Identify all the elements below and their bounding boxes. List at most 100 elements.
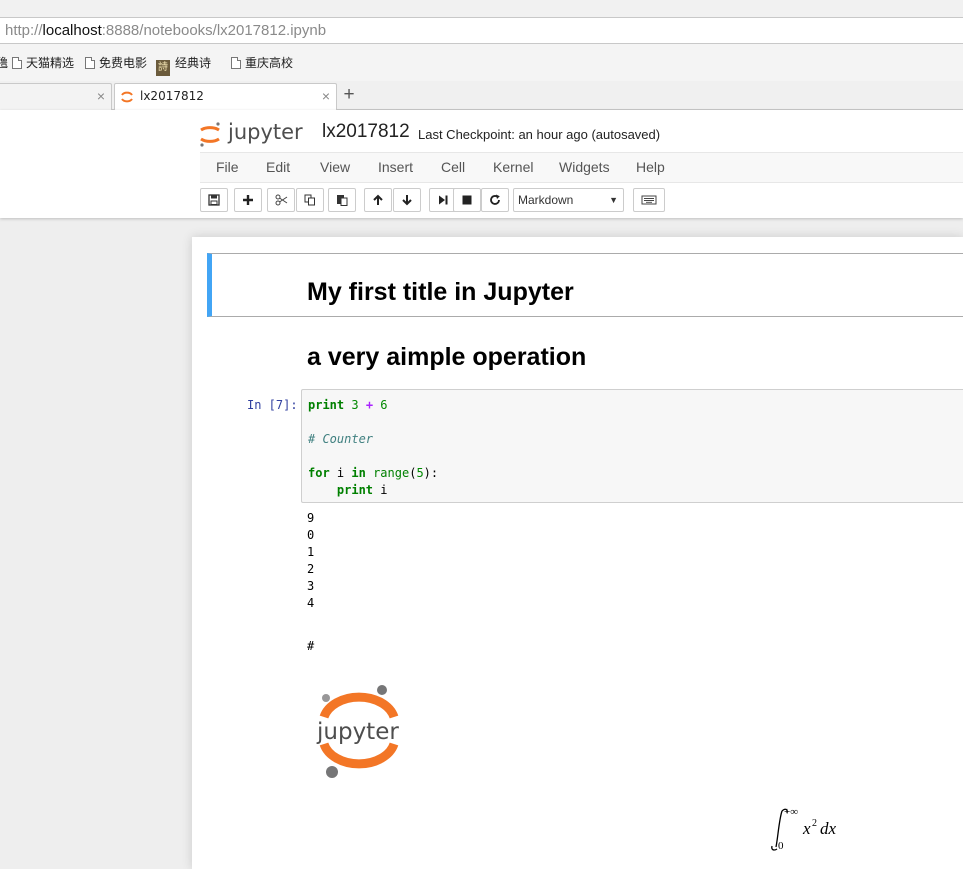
tab-active[interactable]: lx2017812 × [114, 83, 337, 111]
output-line: 1 [307, 545, 315, 559]
bookmark-item[interactable]: 天猫精选 [12, 55, 74, 71]
menu-cell[interactable]: Cell [441, 153, 465, 182]
insert-cell-button[interactable] [234, 188, 262, 212]
menu-kernel[interactable]: Kernel [493, 153, 533, 182]
add-icon [243, 195, 253, 205]
close-tab-icon[interactable]: × [97, 84, 105, 109]
code-token: ): [423, 466, 439, 480]
checkpoint-status: Last Checkpoint: an hour ago (autosaved) [418, 127, 661, 142]
command-palette-button[interactable] [633, 188, 665, 212]
code-token: print [308, 398, 345, 412]
copy-icon [304, 194, 315, 206]
stop-icon [462, 195, 472, 205]
keyboard-icon [641, 195, 657, 205]
code-token: 3 [351, 398, 359, 412]
menu-edit[interactable]: Edit [266, 153, 290, 182]
code-line: print i [308, 483, 388, 497]
logo-text: jupyter [227, 120, 303, 144]
interrupt-button[interactable] [453, 188, 481, 212]
address-bar[interactable]: http://localhost:8888/notebooks/lx201781… [0, 17, 963, 44]
notebook-header: jupyter lx2017812 Last Checkpoint: an ho… [0, 110, 963, 218]
notebook-name[interactable]: lx2017812 [322, 121, 410, 143]
copy-button[interactable] [296, 188, 324, 212]
math-integral: +∞ 0 x 2 dx [771, 806, 837, 852]
jupyter-favicon-icon [121, 91, 133, 103]
browser-titlebar [0, 0, 963, 17]
notebook-title-heading: My first title in Jupyter [307, 278, 574, 306]
save-button[interactable] [200, 188, 228, 212]
toolbar: Markdown ▼ [200, 188, 963, 214]
bookmark-label: 天猫精选 [26, 56, 75, 70]
section-heading: a very aimple operation [307, 343, 587, 371]
cell-type-value: Markdown [518, 193, 574, 207]
code-token: for [308, 466, 330, 480]
integrand-base: x [802, 819, 811, 838]
jupyter-logo-icon[interactable]: jupyter [198, 117, 308, 149]
bookmark-label: 重庆高校 [245, 56, 294, 70]
bookmark-item[interactable]: 免费电影 [85, 55, 147, 71]
code-token: in [351, 466, 366, 480]
tab-strip: × lx2017812 × + [0, 81, 963, 111]
caret-down-icon: ▼ [609, 195, 618, 205]
code-line: # Counter [308, 432, 373, 446]
code-token: print [336, 483, 374, 497]
cell-type-select[interactable]: Markdown ▼ [513, 188, 624, 212]
cut-icon [275, 194, 287, 206]
menu-widgets[interactable]: Widgets [559, 153, 610, 182]
bookmark-item[interactable]: 詩经典诗 [156, 55, 212, 76]
paste-button[interactable] [328, 188, 356, 212]
output-line: 9 [307, 511, 315, 525]
menu-insert[interactable]: Insert [378, 153, 413, 182]
jupyter-logo-image: jupyter [316, 685, 399, 778]
bookmark-item[interactable]: 重庆高校 [231, 55, 293, 71]
run-icon [439, 195, 448, 205]
output-line: 2 [307, 562, 315, 576]
page-icon [231, 57, 241, 69]
arrow-up-icon [373, 194, 383, 205]
tab-title: lx2017812 [140, 89, 204, 103]
restart-icon [490, 194, 500, 205]
integrand-dx: dx [820, 819, 837, 838]
bookmarks-bar: 氇 天猫精选 免费电影 詩经典诗 重庆高校 [0, 44, 963, 81]
page-icon [85, 57, 95, 69]
code-line: print 3 + 6 [308, 398, 388, 412]
code-editor[interactable]: print 3 + 6 # Counter for i in range(5):… [301, 389, 963, 503]
integrand-exponent: 2 [812, 818, 817, 829]
save-icon [208, 194, 220, 206]
bookmark-label: 免费电影 [99, 56, 148, 70]
code-token: 6 [380, 398, 388, 412]
menubar: File Edit View Insert Cell Kernel Widget… [200, 152, 963, 183]
url-host: localhost [42, 22, 102, 39]
markdown-text: # [307, 639, 315, 653]
menu-view[interactable]: View [320, 153, 350, 182]
move-up-button[interactable] [364, 188, 392, 212]
tab-inactive[interactable]: × [0, 83, 112, 110]
new-tab-button[interactable]: + [338, 85, 360, 107]
restart-kernel-button[interactable] [481, 188, 509, 212]
menu-file[interactable]: File [216, 153, 239, 182]
notebook-container: My first title in Jupyter a very aimple … [192, 237, 963, 869]
cut-button[interactable] [267, 188, 295, 212]
arrow-down-icon [402, 195, 412, 206]
move-down-button[interactable] [393, 188, 421, 212]
close-tab-icon[interactable]: × [322, 84, 330, 109]
url-scheme: http:// [5, 22, 43, 39]
url-path: :8888/notebooks/lx2017812.ipynb [101, 22, 327, 39]
code-token: i [336, 466, 345, 480]
integral-lower: 0 [778, 840, 784, 852]
bookmark-partial[interactable]: 氇 [0, 55, 8, 71]
menu-help[interactable]: Help [636, 153, 665, 182]
logo-image-text: jupyter [316, 719, 399, 745]
code-token: range [373, 466, 410, 480]
code-line: for i in range(5): [308, 466, 438, 480]
code-token: 5 [416, 466, 424, 480]
paste-icon [337, 195, 348, 206]
output-line: 0 [307, 528, 315, 542]
output-line: 3 [307, 579, 315, 593]
bookmark-label: 经典诗 [175, 56, 212, 70]
code-token: i [380, 483, 388, 497]
bookmark-partial-label: 氇 [0, 56, 9, 70]
poem-icon: 詩 [156, 60, 170, 76]
code-comment: # Counter [308, 432, 374, 446]
code-token: + [365, 398, 374, 412]
